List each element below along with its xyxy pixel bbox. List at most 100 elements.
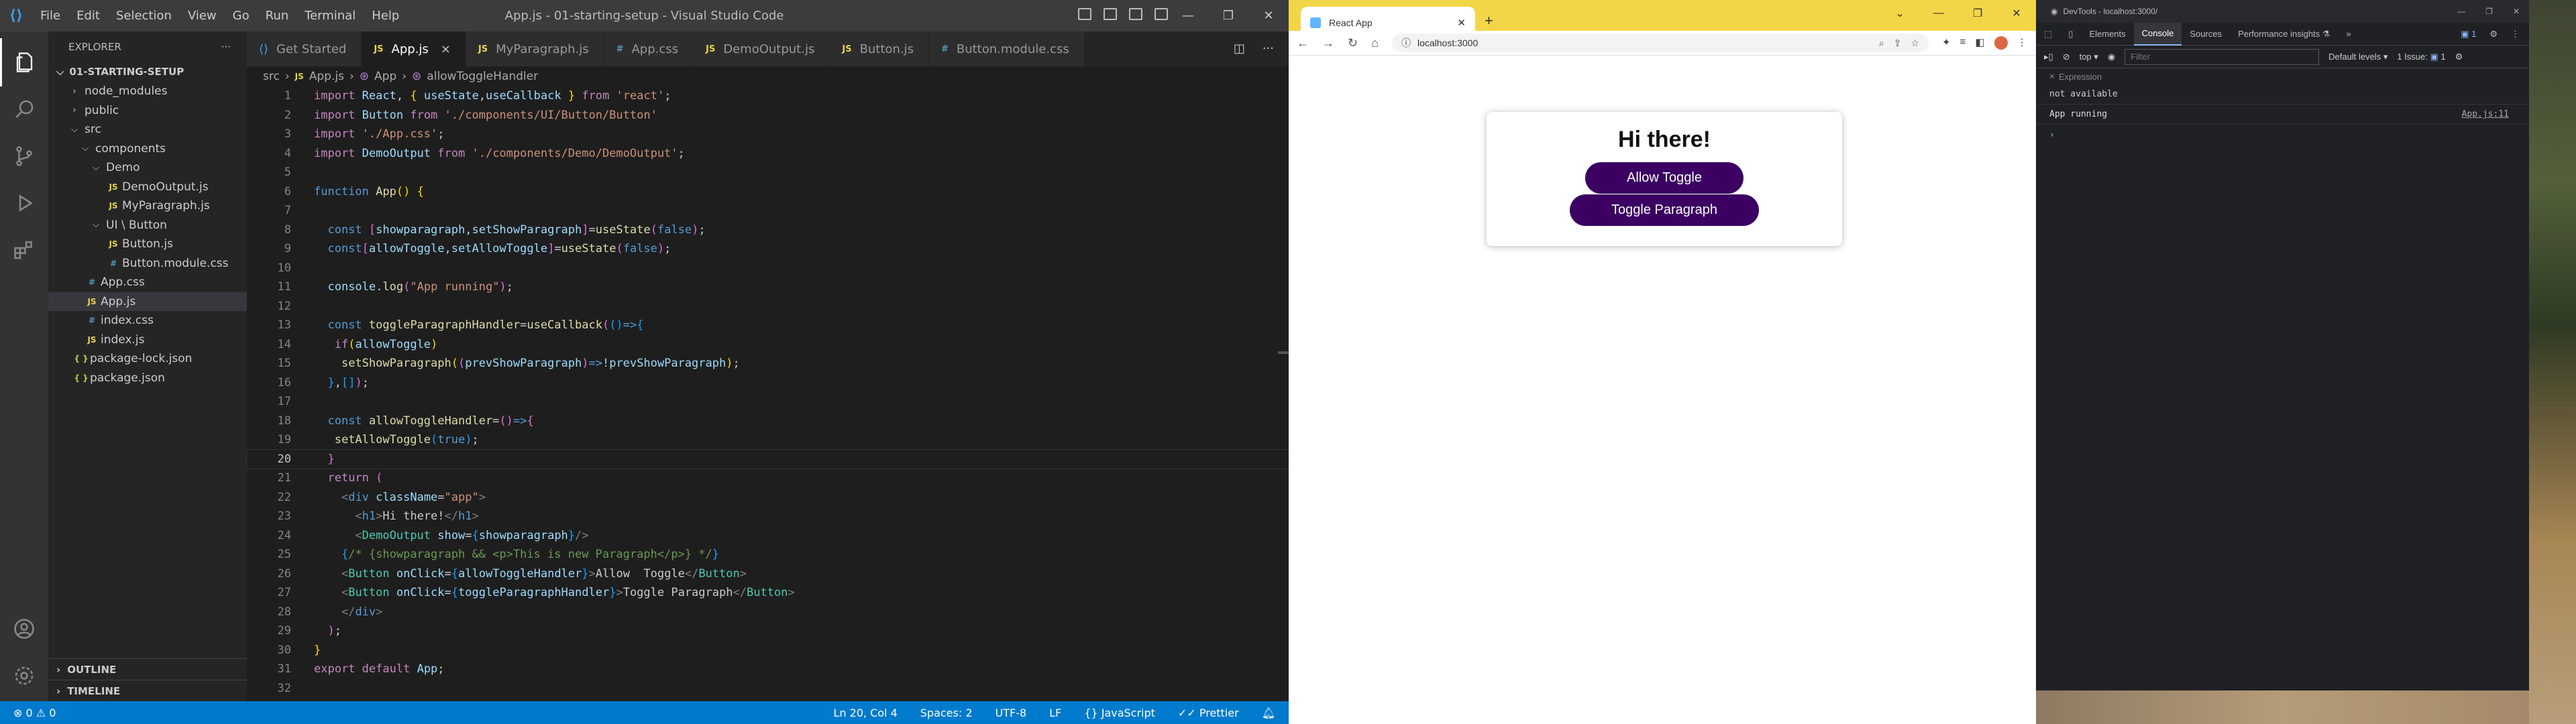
- restore-icon[interactable]: ❐: [1958, 0, 1997, 27]
- minimize-icon[interactable]: —: [1919, 0, 1958, 27]
- device-toolbar-icon[interactable]: ▯: [2060, 23, 2081, 46]
- tree-item[interactable]: { } package-lock.json: [48, 349, 247, 369]
- toggle-panel-icon[interactable]: [1104, 8, 1117, 20]
- profile-avatar[interactable]: [1994, 36, 2008, 50]
- prettier-status[interactable]: ✓✓ Prettier: [1178, 707, 1239, 719]
- menu-go[interactable]: Go: [225, 9, 258, 23]
- allow-toggle-button[interactable]: Allow Toggle: [1585, 162, 1743, 194]
- tab-button-module-css[interactable]: # Button.module.css: [928, 32, 1085, 66]
- tree-item[interactable]: ⌵ src: [48, 120, 247, 139]
- tab-app-js[interactable]: JS App.js ×: [362, 32, 466, 66]
- menu-selection[interactable]: Selection: [108, 9, 180, 23]
- side-panel-icon[interactable]: ◧: [1975, 36, 1984, 50]
- back-arrow-icon[interactable]: ←: [1297, 36, 1309, 50]
- tree-item[interactable]: JS DemoOutput.js: [48, 178, 247, 197]
- sidebar-toggle-icon[interactable]: ▸▯: [2044, 52, 2053, 62]
- tab-myparagraph-js[interactable]: JS MyParagraph.js: [466, 32, 604, 66]
- restore-icon[interactable]: ❐: [1208, 0, 1248, 32]
- source-control-icon[interactable]: [0, 132, 48, 180]
- accounts-icon[interactable]: [0, 605, 48, 653]
- close-icon[interactable]: ✕: [1997, 0, 2036, 27]
- clear-console-icon[interactable]: ⊘: [2063, 52, 2070, 62]
- tree-item[interactable]: # Button.module.css: [48, 254, 247, 274]
- more-options-icon[interactable]: ⋮: [2511, 29, 2520, 40]
- close-icon[interactable]: ✕: [1248, 0, 1289, 32]
- problems-status[interactable]: ⊗ 0 ⚠ 0: [13, 707, 56, 719]
- tree-item[interactable]: ⌵ UI \ Button: [48, 216, 247, 235]
- language-mode[interactable]: {} JavaScript: [1084, 707, 1155, 719]
- close-tab-icon[interactable]: ×: [441, 42, 451, 56]
- restore-icon[interactable]: ❐: [2485, 7, 2493, 16]
- tree-item[interactable]: ⌵ components: [48, 139, 247, 159]
- outline-section[interactable]: › OUTLINE: [48, 658, 247, 680]
- chrome-menu-icon[interactable]: ⋮: [2017, 36, 2027, 50]
- toggle-primary-sidebar-icon[interactable]: [1078, 8, 1091, 20]
- code-editor[interactable]: 1 import React, { useState,useCallback } …: [246, 86, 1289, 701]
- cursor-position[interactable]: Ln 20, Col 4: [833, 707, 897, 719]
- settings-gear-icon[interactable]: ⚙: [2489, 29, 2498, 40]
- more-actions-icon[interactable]: ···: [1263, 42, 1274, 56]
- context-selector[interactable]: top ▾: [2080, 52, 2098, 62]
- close-expression-icon[interactable]: ×: [2049, 72, 2055, 82]
- reload-icon[interactable]: ↻: [1348, 36, 1358, 50]
- run-debug-icon[interactable]: [0, 179, 48, 227]
- tree-item[interactable]: # index.css: [48, 311, 247, 330]
- workspace-root[interactable]: ⌵ 01-STARTING-SETUP: [48, 62, 247, 82]
- close-icon[interactable]: ✕: [2513, 7, 2520, 16]
- customize-layout-icon[interactable]: [1155, 8, 1168, 20]
- chevron-down-icon[interactable]: ⌄: [1880, 0, 1919, 27]
- tree-item[interactable]: JS App.js: [48, 292, 247, 311]
- more-actions-icon[interactable]: ···: [221, 41, 231, 53]
- menu-file[interactable]: File: [32, 9, 68, 23]
- share-icon[interactable]: ⇪: [1894, 38, 1902, 49]
- reading-list-icon[interactable]: ≡: [1960, 36, 1966, 50]
- menu-run[interactable]: Run: [258, 9, 297, 23]
- indentation[interactable]: Spaces: 2: [920, 707, 973, 719]
- tab-button-js[interactable]: JS Button.js: [830, 32, 929, 66]
- issues-button[interactable]: 1 Issue: ▣ 1: [2397, 52, 2445, 62]
- extensions-icon[interactable]: [0, 226, 48, 274]
- extension-puzzle-icon[interactable]: ✦: [1942, 36, 1951, 50]
- more-tabs-icon[interactable]: »: [2338, 23, 2359, 46]
- tree-item[interactable]: › node_modules: [48, 82, 247, 101]
- tab-get-started[interactable]: ⟨⟩ Get Started: [247, 32, 362, 66]
- explorer-icon[interactable]: [0, 38, 48, 86]
- home-icon[interactable]: ⌂: [1371, 36, 1379, 50]
- log-levels-dropdown[interactable]: Default levels ▾: [2328, 52, 2387, 62]
- tree-item[interactable]: JS Button.js: [48, 235, 247, 254]
- timeline-section[interactable]: › TIMELINE: [48, 680, 247, 701]
- manage-gear-icon[interactable]: [0, 652, 48, 700]
- minimize-icon[interactable]: —: [1168, 0, 1208, 32]
- tab-console[interactable]: Console: [2133, 22, 2182, 46]
- tree-item[interactable]: ⌵ Demo: [48, 158, 247, 178]
- menu-help[interactable]: Help: [364, 9, 407, 23]
- tab-sources[interactable]: Sources: [2182, 23, 2230, 46]
- bookmark-star-icon[interactable]: ☆: [1911, 38, 1919, 49]
- log-source-link[interactable]: App.js:11: [2462, 109, 2529, 119]
- inspect-element-icon[interactable]: ⬚: [2036, 23, 2060, 46]
- messages-badge[interactable]: ▣ 1: [2461, 29, 2476, 40]
- split-editor-icon[interactable]: ◫: [1234, 42, 1245, 56]
- encoding[interactable]: UTF-8: [996, 707, 1027, 719]
- tab-demooutput-js[interactable]: JS DemoOutput.js: [694, 32, 830, 66]
- zoom-search-icon[interactable]: ⌕: [1879, 38, 1884, 49]
- console-prompt[interactable]: ›: [2036, 125, 2529, 145]
- breadcrumb-function[interactable]: App: [374, 70, 396, 83]
- tab-app-css[interactable]: # App.css: [604, 32, 694, 66]
- breadcrumb-file[interactable]: App.js: [309, 70, 344, 83]
- minimize-icon[interactable]: —: [2457, 7, 2465, 16]
- live-expression-eye-icon[interactable]: ◉: [2108, 52, 2115, 62]
- address-bar[interactable]: ⓘ localhost:3000 ⌕ ⇪ ☆: [1391, 34, 1929, 52]
- toggle-secondary-sidebar-icon[interactable]: [1129, 8, 1142, 20]
- tree-item[interactable]: # App.css: [48, 273, 247, 292]
- menu-view[interactable]: View: [180, 9, 225, 23]
- breadcrumb-symbol[interactable]: allowToggleHandler: [427, 70, 538, 83]
- toggle-paragraph-button[interactable]: Toggle Paragraph: [1570, 194, 1759, 226]
- forward-arrow-icon[interactable]: →: [1322, 36, 1334, 50]
- console-filter-input[interactable]: [2125, 48, 2320, 65]
- tab-performance-insights[interactable]: Performance insights ⚗: [2230, 23, 2338, 46]
- tree-item[interactable]: › public: [48, 101, 247, 121]
- tree-item[interactable]: { } package.json: [48, 369, 247, 388]
- console-settings-gear-icon[interactable]: ⚙: [2455, 52, 2463, 62]
- tree-item[interactable]: JS index.js: [48, 330, 247, 350]
